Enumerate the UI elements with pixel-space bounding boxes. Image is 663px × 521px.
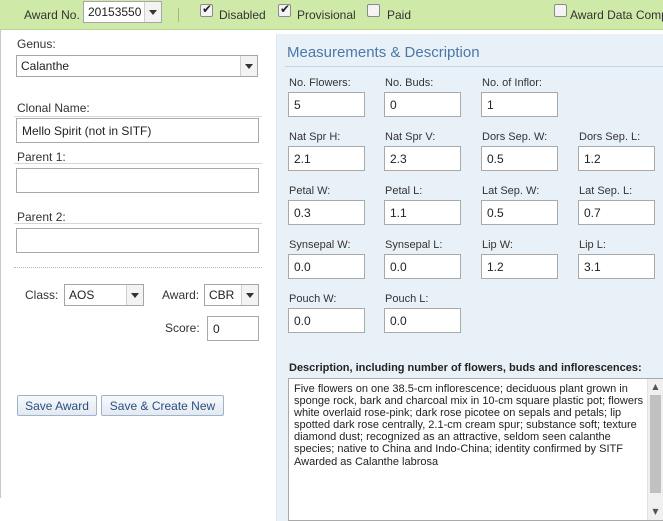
pouch-w-label: Pouch W:: [289, 293, 337, 305]
no-buds-label: No. Buds:: [385, 77, 434, 89]
lat-sep-l-input[interactable]: 0.7: [578, 200, 655, 225]
parent1-input[interactable]: [16, 168, 259, 193]
lip-w-input[interactable]: 1.2: [481, 254, 558, 279]
provisional-label: Provisional: [297, 8, 356, 22]
synsepal-w-input[interactable]: 0.0: [288, 254, 365, 279]
clonal-name-label: Clonal Name:: [17, 101, 90, 115]
disabled-label: Disabled: [219, 8, 266, 22]
description-textarea[interactable]: Five flowers on one 38.5-cm inflorescenc…: [288, 378, 663, 521]
nat-spr-h-input[interactable]: 2.1: [288, 146, 365, 171]
parent1-label: Parent 1:: [17, 150, 66, 164]
genus-select[interactable]: Calanthe: [16, 55, 258, 77]
parent2-label: Parent 2:: [17, 210, 66, 224]
petal-w-input[interactable]: 0.3: [288, 200, 365, 225]
lat-sep-w-input[interactable]: 0.5: [481, 200, 558, 225]
lat-sep-w-label: Lat Sep. W:: [482, 185, 540, 197]
petal-w-label: Petal W:: [289, 185, 331, 197]
synsepal-l-label: Synsepal L:: [385, 239, 443, 251]
award-no-label: Award No.: [24, 8, 80, 22]
toolbar-divider: [178, 8, 179, 22]
score-label: Score:: [165, 321, 200, 335]
award-data-complete-checkbox[interactable]: [554, 4, 567, 17]
class-select[interactable]: AOS: [64, 284, 144, 306]
dors-sep-w-input[interactable]: 0.5: [481, 146, 558, 171]
lip-l-input[interactable]: 3.1: [578, 254, 655, 279]
no-flowers-label: No. Flowers:: [289, 77, 351, 89]
save-create-new-button[interactable]: Save & Create New: [101, 395, 224, 416]
divider: [14, 116, 262, 117]
dors-sep-w-label: Dors Sep. W:: [482, 131, 548, 143]
genus-value: Calanthe: [21, 59, 70, 73]
lip-l-label: Lip L:: [579, 239, 606, 251]
scroll-thumb[interactable]: [650, 395, 661, 493]
synsepal-w-label: Synsepal W:: [289, 239, 351, 251]
award-value: CBR: [209, 288, 235, 302]
award-toolbar: Award No. 20153550 Disabled Provisional …: [0, 0, 663, 30]
score-input[interactable]: 0: [207, 316, 259, 341]
clonal-name-input[interactable]: Mello Spirit (not in SITF): [16, 118, 259, 143]
award-no-select[interactable]: 20153550: [83, 1, 162, 23]
measurements-panel: Measurements & Description No. Flowers: …: [276, 34, 663, 521]
nat-spr-v-label: Nat Spr V:: [385, 131, 436, 143]
award-label: Award:: [162, 288, 200, 302]
no-buds-input[interactable]: 0: [384, 92, 461, 117]
left-border: [0, 30, 1, 498]
scroll-up-icon[interactable]: ▲: [648, 380, 663, 394]
petal-l-label: Petal L:: [385, 185, 423, 197]
lat-sep-l-label: Lat Sep. L:: [579, 185, 633, 197]
paid-checkbox[interactable]: [367, 4, 380, 17]
no-inflor-label: No. of Inflor:: [482, 77, 542, 89]
chevron-down-icon[interactable]: [126, 285, 143, 305]
scroll-down-icon[interactable]: ▼: [648, 505, 663, 519]
disabled-checkbox[interactable]: [200, 2, 213, 17]
genus-label: Genus:: [17, 37, 56, 51]
award-select[interactable]: CBR: [204, 284, 259, 306]
nat-spr-h-label: Nat Spr H:: [289, 131, 341, 143]
description-label: Description, including number of flowers…: [289, 362, 642, 374]
save-award-button[interactable]: Save Award: [17, 395, 97, 416]
divider: [14, 223, 262, 224]
paid-label: Paid: [387, 8, 412, 22]
divider: [14, 163, 262, 164]
parent2-input[interactable]: [16, 228, 259, 253]
title-underline: [285, 66, 663, 67]
chevron-down-icon[interactable]: [241, 285, 258, 305]
petal-l-input[interactable]: 1.1: [384, 200, 461, 225]
award-no-value: 20153550: [88, 5, 142, 19]
description-scrollbar[interactable]: ▲ ▼: [647, 379, 663, 520]
pouch-l-input[interactable]: 0.0: [384, 308, 461, 333]
measurements-title: Measurements & Description: [287, 44, 480, 61]
chevron-down-icon[interactable]: [240, 56, 257, 76]
pouch-l-label: Pouch L:: [385, 293, 429, 305]
provisional-checkbox[interactable]: [278, 2, 291, 17]
pouch-w-input[interactable]: 0.0: [288, 308, 365, 333]
no-inflor-input[interactable]: 1: [481, 92, 558, 117]
section-divider: [14, 267, 262, 268]
description-text: Five flowers on one 38.5-cm inflorescenc…: [294, 383, 644, 468]
dors-sep-l-label: Dors Sep. L:: [579, 131, 641, 143]
synsepal-l-input[interactable]: 0.0: [384, 254, 461, 279]
no-flowers-input[interactable]: 5: [288, 92, 365, 117]
nat-spr-v-input[interactable]: 2.3: [384, 146, 461, 171]
dors-sep-l-input[interactable]: 1.2: [578, 146, 655, 171]
award-data-complete-label: Award Data Compl: [570, 8, 663, 22]
class-value: AOS: [69, 288, 95, 302]
class-label: Class:: [25, 288, 59, 302]
lip-w-label: Lip W:: [482, 239, 513, 251]
chevron-down-icon[interactable]: [144, 2, 161, 22]
